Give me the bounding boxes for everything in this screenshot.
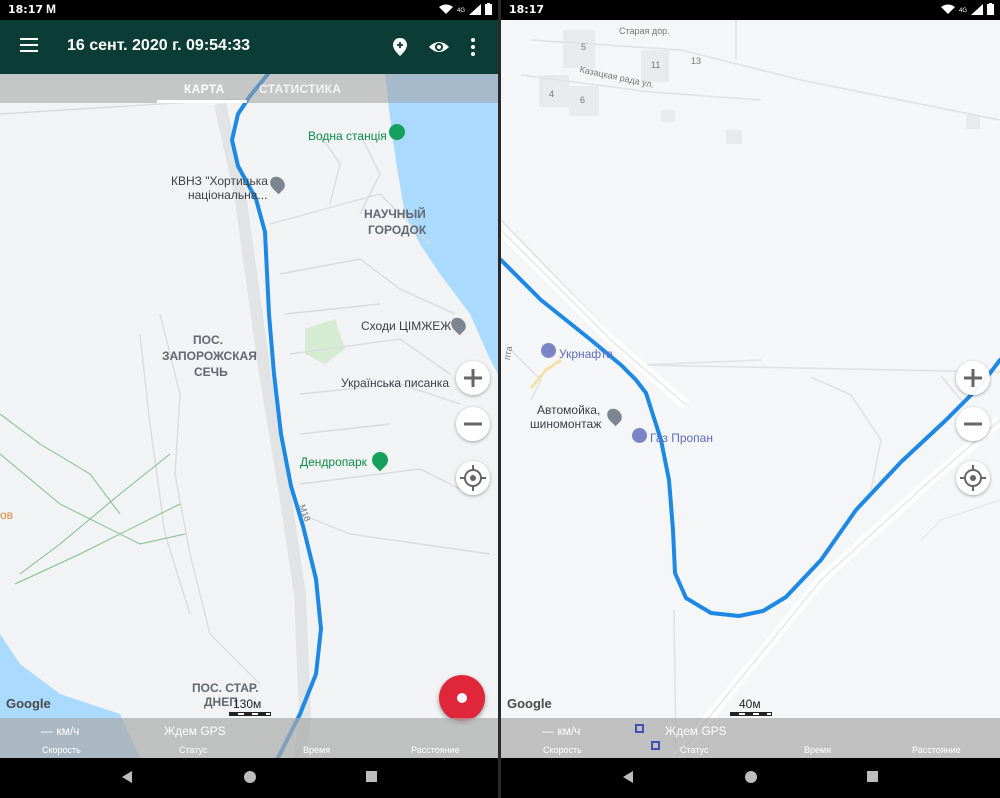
poi-label-dendro: Дендропарк [300,455,367,469]
status-bar: 18:17 M 4G [0,0,498,20]
status-label-right: Статус [680,745,709,755]
system-nav-bar-right [501,758,1000,798]
system-icons: 4G [438,3,492,18]
map-view-right[interactable]: Старая дор. Казацкая рада ул. 5 11 13 4 … [501,20,1000,758]
ukrnafta-fuel-icon[interactable] [541,343,556,358]
my-location-icon [960,465,986,491]
recents-icon[interactable] [365,770,379,789]
status-label: Статус [179,745,208,755]
poi-label-moyka-1: Автомойка, [537,403,601,417]
district-label-zaporozh-3: СЕЧЬ [194,365,228,379]
status-value-right: Ждем GPS [665,724,727,738]
track-title: 16 сент. 2020 г. 09:54:33 [67,37,251,54]
back-icon[interactable] [120,770,134,789]
status-time: 18:17 [8,3,44,16]
zoom-out-icon [464,422,482,426]
system-icons-right: 4G [940,3,994,18]
zoom-out-button[interactable] [456,407,490,441]
menu-icon[interactable] [20,38,38,52]
record-button[interactable] [439,675,485,721]
tab-indicator [157,100,247,103]
map-scale-label: 130м [233,697,262,711]
network-type-right: 4G [958,7,967,14]
zoom-out-button-right[interactable] [956,407,990,441]
stats-bar-right: — км/ч Ждем GPS Скорость Статус Время Ра… [501,718,1000,758]
map-view[interactable]: Водна станція КВНЗ "Хортицька національн… [0,74,498,758]
zoom-in-icon [464,369,482,387]
back-icon[interactable] [621,770,635,789]
map-pin-icon[interactable] [389,36,411,58]
gps-status-icon-2 [651,741,660,750]
poi-label-moyka-2: шиномонтаж [530,417,602,431]
status-bar-right: 18:17 4G [501,0,1000,20]
my-location-button-right[interactable] [956,461,990,495]
wifi-icon [940,4,955,18]
recents-icon[interactable] [866,770,880,789]
wifi-icon [438,4,453,18]
gaz-fuel-icon[interactable] [632,428,647,443]
district-label-zaporozh-2: ЗАПОРОЖСКАЯ [162,349,257,363]
speed-label: Скорость [42,745,81,755]
speed-value-right: — км/ч [542,724,581,738]
zoom-in-button[interactable] [456,361,490,395]
tab-map[interactable]: КАРТА [184,82,225,96]
more-vert-icon[interactable] [465,36,487,58]
battery-icon [987,3,994,18]
poi-label-kvnz-2: національна... [188,188,268,202]
tab-bar: КАРТА СТАТИСТИКА [0,74,498,103]
signal-icon [469,3,481,18]
network-type: 4G [456,7,465,14]
distance-label-right: Расстояние [912,745,961,755]
tab-statistics[interactable]: СТАТИСТИКА [259,82,341,96]
map-scale-label-right: 40м [739,697,761,711]
house-number-13: 13 [691,56,702,66]
poi-label-gaz: Газ Пропан [650,431,713,445]
zoom-in-icon [964,369,982,387]
speed-label-right: Скорость [543,745,582,755]
poi-label-pysanka: Українська писанка [341,376,450,390]
distance-label: Расстояние [411,745,460,755]
poi-label-ukrnafta: Укрнафта [559,347,613,361]
map-scale-bar [229,712,271,716]
district-label-zaporozh-1: ПОС. [193,333,223,347]
signal-icon [971,3,983,18]
phone-screen-right: Старая дор. Казацкая рада ул. 5 11 13 4 … [501,0,1000,798]
home-icon[interactable] [243,770,257,789]
house-number-5: 5 [581,42,587,52]
battery-icon [485,3,492,18]
phone-screen-left: Водна станція КВНЗ "Хортицька національн… [0,0,498,798]
house-number-11: 11 [651,60,661,70]
street-label-staraya: Старая дор. [619,26,670,36]
eye-icon[interactable] [428,36,450,58]
speed-value: — км/ч [41,724,80,738]
poi-label-kvnz-1: КВНЗ "Хортицька [171,174,268,188]
boat-poi-icon[interactable] [389,124,405,140]
status-time-right: 18:17 [509,3,545,16]
home-icon[interactable] [744,770,758,789]
map-canvas-right [501,20,1000,758]
google-logo: Google [6,696,51,711]
my-location-button[interactable] [456,461,490,495]
poi-label-skhody: Сходи ЦІМЖЕЖ [361,319,452,333]
zoom-out-icon [964,422,982,426]
gmail-icon: M [46,2,56,16]
district-label-naukovy-2: ГОРОДОК [368,223,427,237]
map-scale-bar-right [730,712,772,716]
district-label-naukovy-1: НАУЧНЫЙ [364,207,426,221]
house-number-6: 6 [580,95,586,105]
zoom-in-button-right[interactable] [956,361,990,395]
google-logo-right: Google [507,696,552,711]
gps-status-icon [635,724,644,733]
system-nav-bar [0,758,498,798]
status-value: Ждем GPS [164,724,226,738]
house-number-4: 4 [549,89,555,99]
stats-bar: — км/ч Ждем GPS Скорость Статус Время Ра… [0,718,498,758]
label-ov: ов [0,508,14,522]
my-location-icon [460,465,486,491]
app-bar: 16 сент. 2020 г. 09:54:33 [0,20,498,74]
poi-label-vodna: Водна станція [308,129,387,143]
time-label-right: Время [804,745,832,755]
record-icon [457,693,467,703]
time-label: Время [303,745,331,755]
